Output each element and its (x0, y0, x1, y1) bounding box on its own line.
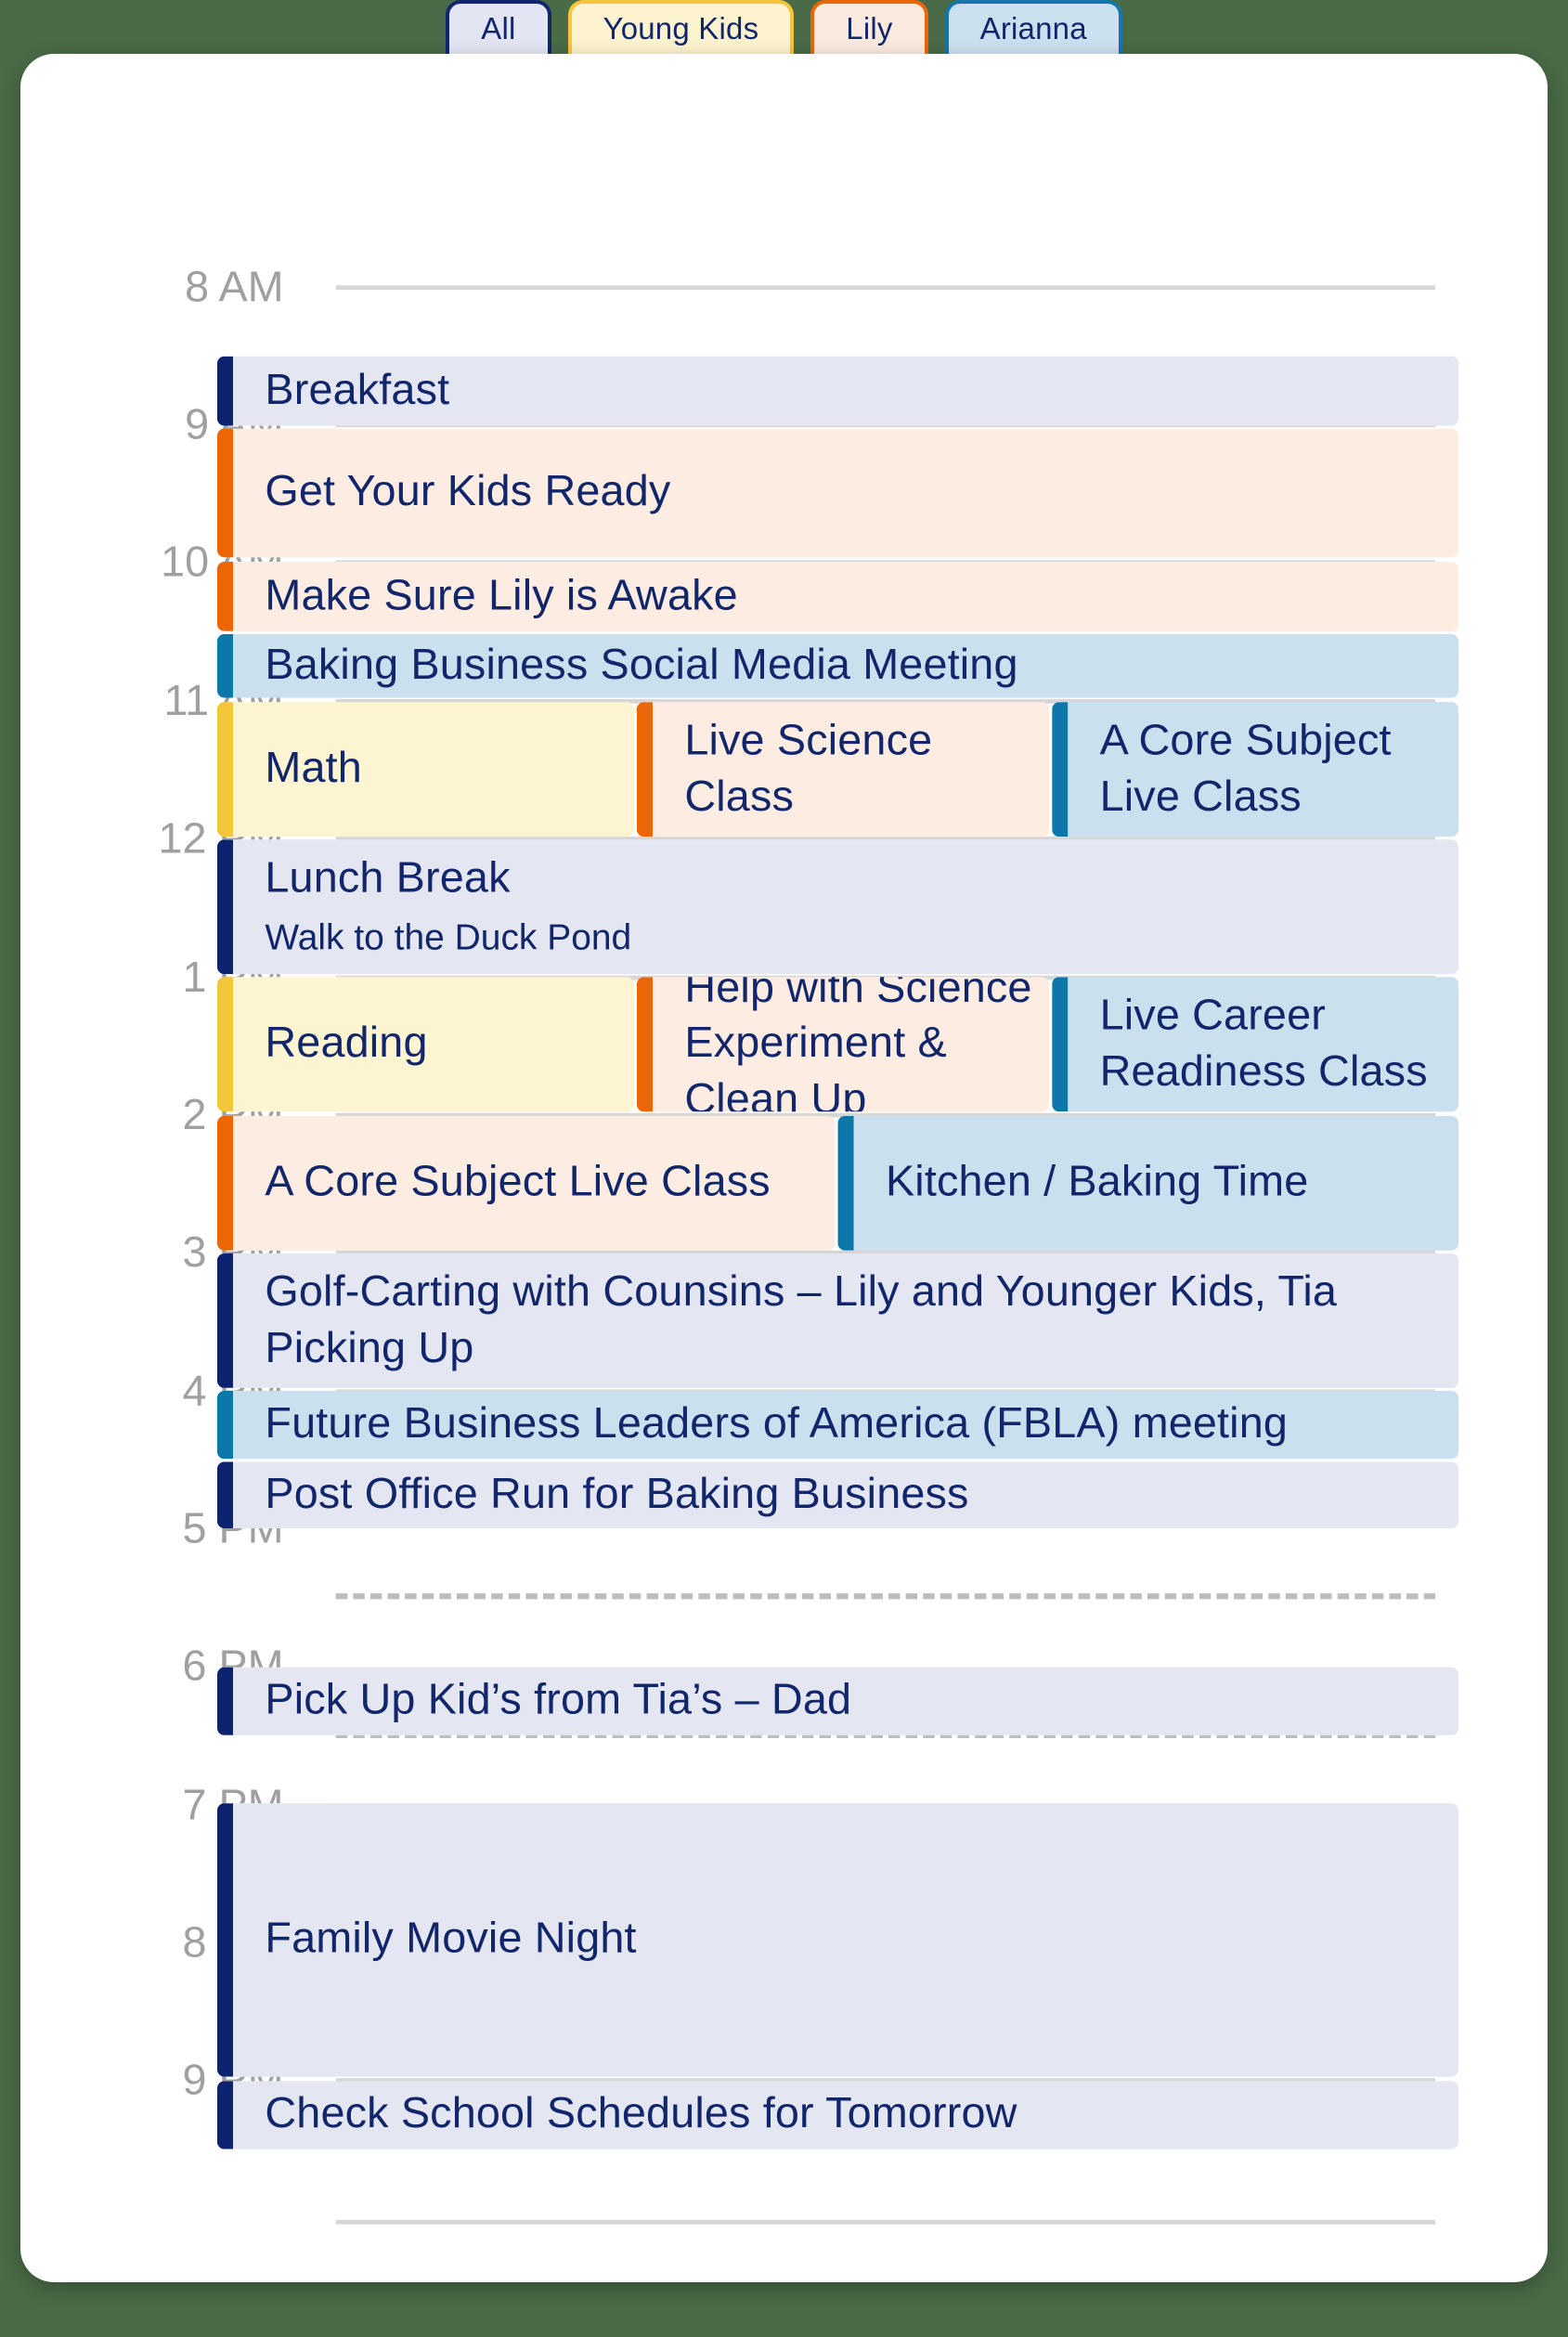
calendar-event[interactable]: A Core Subject Live Class (216, 1115, 836, 1251)
calendar-event[interactable]: Reading (216, 977, 634, 1112)
filter-pill-label: Lily (846, 11, 893, 45)
calendar-event[interactable]: Help with Science Experiment & Clean Up (636, 977, 1050, 1112)
event-title: Post Office Run for Baking Business (265, 1470, 969, 1518)
event-title: Lunch Break (265, 853, 511, 902)
calendar-event[interactable]: Live Career Readiness Class (1052, 977, 1459, 1112)
calendar-event[interactable]: Baking Business Social Media Meeting (216, 633, 1459, 698)
calendar-event[interactable]: Math (216, 702, 634, 837)
filter-pill-bar: All Young Kids Lily Arianna (0, 0, 1568, 54)
event-title: Check School Schedules for Tomorrow (265, 2090, 1017, 2138)
calendar-event[interactable]: Family Movie Night (216, 1803, 1459, 2077)
calendar-event[interactable]: Golf-Carting with Counsins – Lily and Yo… (216, 1253, 1459, 1388)
event-title: Make Sure Lily is Awake (265, 571, 738, 620)
calendar-event[interactable]: Post Office Run for Baking Business (216, 1461, 1459, 1529)
calendar-event[interactable]: Check School Schedules for Tomorrow (216, 2081, 1459, 2149)
calendar-event[interactable]: Get Your Kids Ready (216, 428, 1459, 558)
event-title: Family Movie Night (265, 1915, 637, 1964)
event-title: A Core Subject Live Class (265, 1158, 771, 1206)
filter-pill-arianna[interactable]: Arianna (944, 0, 1122, 54)
event-title: Live Career Readiness Class (1099, 992, 1428, 1096)
event-title: Help with Science Experiment & Clean Up (684, 977, 1032, 1112)
filter-pill-label: All (481, 11, 516, 45)
event-subtitle: Walk to the Duck Pond (265, 918, 632, 959)
calendar-event[interactable]: A Core Subject Live Class (1052, 702, 1459, 837)
timeline-grid: 8 AM9 AM10 AM11 AM12 PM1 PM2 PM3 PM4 PM5… (20, 54, 1548, 2282)
event-title: Golf-Carting with Counsins – Lily and Yo… (265, 1267, 1338, 1371)
event-title: Future Business Leaders of America (FBLA… (265, 1399, 1289, 1448)
filter-pill-lily[interactable]: Lily (810, 0, 928, 54)
event-title: A Core Subject Live Class (1099, 716, 1392, 821)
filter-pill-young[interactable]: Young Kids (567, 0, 795, 54)
event-title: Baking Business Social Media Meeting (265, 641, 1018, 689)
filter-pill-label: Young Kids (603, 11, 759, 45)
event-title: Live Science Class (684, 716, 933, 821)
calendar-event[interactable]: Live Science Class (636, 702, 1050, 837)
event-title: Breakfast (265, 366, 450, 414)
schedule-card: 8 AM9 AM10 AM11 AM12 PM1 PM2 PM3 PM4 PM5… (20, 54, 1548, 2282)
calendar-event[interactable]: Breakfast (216, 356, 1459, 426)
hour-gridline (335, 2219, 1435, 2225)
hour-gridline (335, 1593, 1435, 1600)
hour-gridline (335, 285, 1435, 291)
event-title: Kitchen / Baking Time (885, 1158, 1309, 1206)
calendar-event[interactable]: Make Sure Lily is Awake (216, 562, 1459, 631)
calendar-event[interactable]: Lunch Break Walk to the Duck Pond (216, 839, 1459, 975)
filter-pill-label: Arianna (979, 11, 1087, 45)
event-title: Get Your Kids Ready (265, 468, 671, 516)
filter-pill-all[interactable]: All (446, 0, 551, 54)
hour-label: 8 AM (185, 263, 284, 312)
calendar-event[interactable]: Kitchen / Baking Time (837, 1115, 1459, 1251)
calendar-event[interactable]: Pick Up Kid’s from Tia’s – Dad (216, 1667, 1459, 1735)
event-title: Math (265, 744, 362, 793)
calendar-event[interactable]: Future Business Leaders of America (FBLA… (216, 1391, 1459, 1460)
event-title: Pick Up Kid’s from Tia’s – Dad (265, 1676, 852, 1724)
event-title: Reading (265, 1019, 428, 1068)
